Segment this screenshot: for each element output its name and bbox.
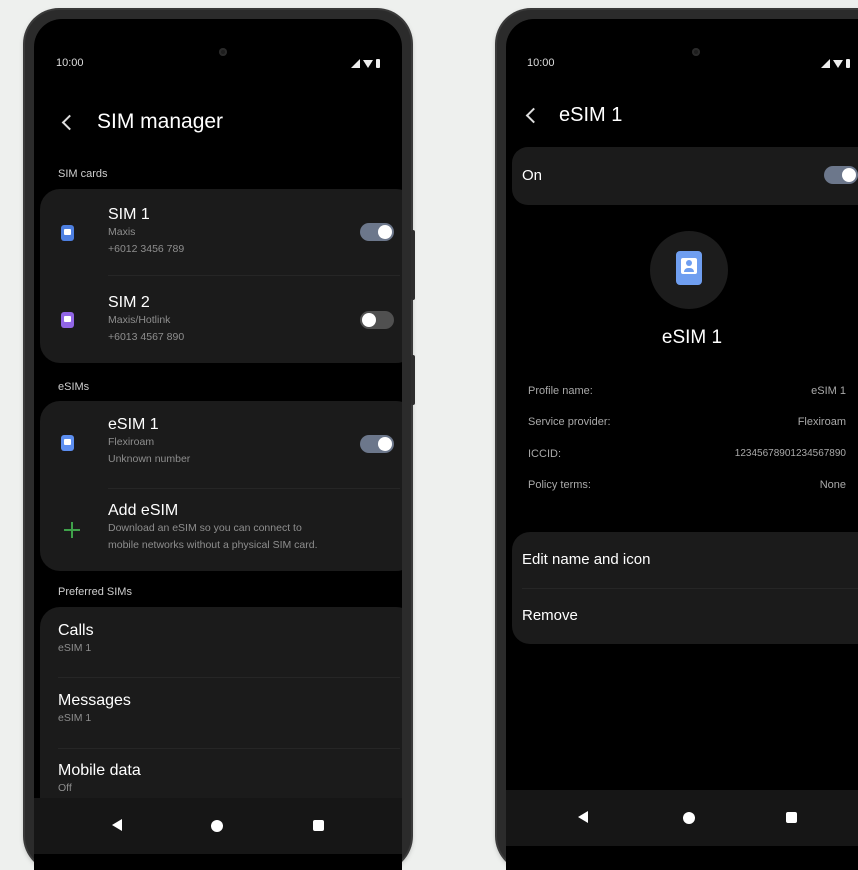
front-camera [692, 48, 700, 56]
add-esim-desc-line1: Download an eSIM so you can connect to [108, 522, 302, 534]
right-screen: 10:00 eSIM 1 On eSIM 1 Profile name: eSI… [506, 19, 858, 870]
esim-profile-icon [650, 231, 728, 309]
nav-recents-icon[interactable] [786, 812, 797, 823]
sim-card-icon [61, 225, 74, 241]
app-bar: SIM manager [34, 107, 402, 137]
add-esim-desc-line2: mobile networks without a physical SIM c… [108, 539, 318, 551]
nav-back-icon[interactable] [578, 811, 588, 823]
esim1-name: eSIM 1 [108, 416, 159, 433]
esim1-number: Unknown number [108, 453, 191, 465]
info-label: Profile name: [528, 385, 593, 397]
left-phone: 10:00 SIM manager SIM cards SIM 1 Maxis … [25, 10, 415, 870]
info-label: Policy terms: [528, 479, 591, 491]
esim1-toggle[interactable] [360, 435, 394, 453]
sim2-carrier: Maxis/Hotlink [108, 314, 171, 326]
info-row-service-provider: Service provider: Flexiroam [528, 416, 846, 428]
esim1-carrier: Flexiroam [108, 436, 155, 448]
add-esim-item[interactable]: Add eSIM Download an eSIM so you can con… [40, 489, 402, 571]
sim1-number: +6012 3456 789 [108, 243, 185, 255]
status-bar: 10:00 [506, 57, 858, 73]
front-camera [219, 48, 227, 56]
list-item-sim1[interactable]: SIM 1 Maxis +6012 3456 789 [40, 189, 402, 275]
battery-icon [376, 59, 380, 68]
esim-card-icon [61, 435, 74, 451]
mobile-data-value: Off [58, 782, 72, 794]
edit-name-icon-item[interactable]: Edit name and icon [512, 532, 858, 588]
list-item-esim1[interactable]: eSIM 1 Flexiroam Unknown number [40, 401, 402, 487]
wifi-icon [363, 59, 373, 68]
messages-value: eSIM 1 [58, 712, 92, 724]
info-row-policy-terms: Policy terms: None [528, 479, 846, 491]
esims-card: eSIM 1 Flexiroam Unknown number Add eSIM… [40, 401, 402, 571]
sim1-toggle[interactable] [360, 223, 394, 241]
nav-home-icon[interactable] [211, 820, 223, 832]
info-value: 12345678901234567890 [734, 448, 846, 459]
info-label: Service provider: [528, 416, 611, 428]
sim2-name: SIM 2 [108, 294, 150, 311]
sim1-carrier: Maxis [108, 226, 136, 238]
profile-title: eSIM 1 [661, 327, 723, 348]
left-screen: 10:00 SIM manager SIM cards SIM 1 Maxis … [34, 19, 402, 870]
add-esim-title: Add eSIM [108, 502, 179, 519]
info-row-iccid: ICCID: 12345678901234567890 [528, 448, 846, 460]
nav-recents-icon[interactable] [313, 820, 324, 831]
calls-value: eSIM 1 [58, 642, 92, 654]
plus-icon [64, 522, 80, 538]
sim-cards-card: SIM 1 Maxis +6012 3456 789 SIM 2 Maxis/H… [40, 189, 402, 363]
status-time: 10:00 [56, 57, 84, 69]
status-icons [821, 59, 850, 68]
section-label-esims: eSIMs [58, 381, 90, 393]
info-value: None [819, 479, 846, 491]
sim1-name: SIM 1 [108, 206, 150, 223]
remove-label: Remove [522, 607, 578, 624]
sim2-toggle[interactable] [360, 311, 394, 329]
info-value: Flexiroam [797, 416, 846, 428]
remove-item[interactable]: Remove [512, 589, 858, 644]
section-label-sim-cards: SIM cards [58, 168, 108, 180]
info-row-profile-name: Profile name: eSIM 1 [528, 385, 846, 397]
list-item-sim2[interactable]: SIM 2 Maxis/Hotlink +6013 4567 890 [40, 276, 402, 362]
back-chevron-icon[interactable] [61, 114, 78, 130]
signal-icon [351, 59, 360, 68]
battery-icon [846, 59, 850, 68]
sim2-number: +6013 4567 890 [108, 331, 185, 343]
on-toggle-row[interactable]: On [512, 147, 858, 205]
nav-home-icon[interactable] [683, 812, 695, 824]
nav-back-icon[interactable] [112, 819, 122, 831]
navigation-bar [34, 798, 402, 854]
status-time: 10:00 [527, 57, 555, 69]
messages-title: Messages [58, 692, 131, 709]
list-item-calls[interactable]: Calls eSIM 1 [40, 607, 402, 677]
sim-card-icon [61, 312, 74, 328]
section-label-preferred: Preferred SIMs [58, 586, 132, 598]
on-label: On [522, 167, 543, 184]
wifi-icon [833, 59, 843, 68]
signal-icon [821, 59, 830, 68]
right-phone: 10:00 eSIM 1 On eSIM 1 Profile name: eSI… [497, 10, 858, 870]
page-title: eSIM 1 [559, 103, 623, 126]
side-button [411, 355, 415, 405]
mobile-data-title: Mobile data [58, 762, 141, 779]
list-item-messages[interactable]: Messages eSIM 1 [40, 678, 402, 748]
back-chevron-icon[interactable] [525, 107, 542, 123]
info-value: eSIM 1 [811, 385, 846, 397]
esim-on-toggle[interactable] [824, 166, 858, 184]
edit-name-icon-label: Edit name and icon [522, 551, 651, 568]
navigation-bar [506, 790, 858, 846]
actions-card: Edit name and icon Remove [512, 532, 858, 644]
page-title: SIM manager [97, 110, 224, 133]
info-label: ICCID: [528, 448, 561, 460]
status-bar: 10:00 [34, 57, 402, 73]
status-icons [351, 59, 380, 68]
side-button [411, 230, 415, 300]
calls-title: Calls [58, 622, 94, 639]
app-bar: eSIM 1 [506, 100, 858, 130]
